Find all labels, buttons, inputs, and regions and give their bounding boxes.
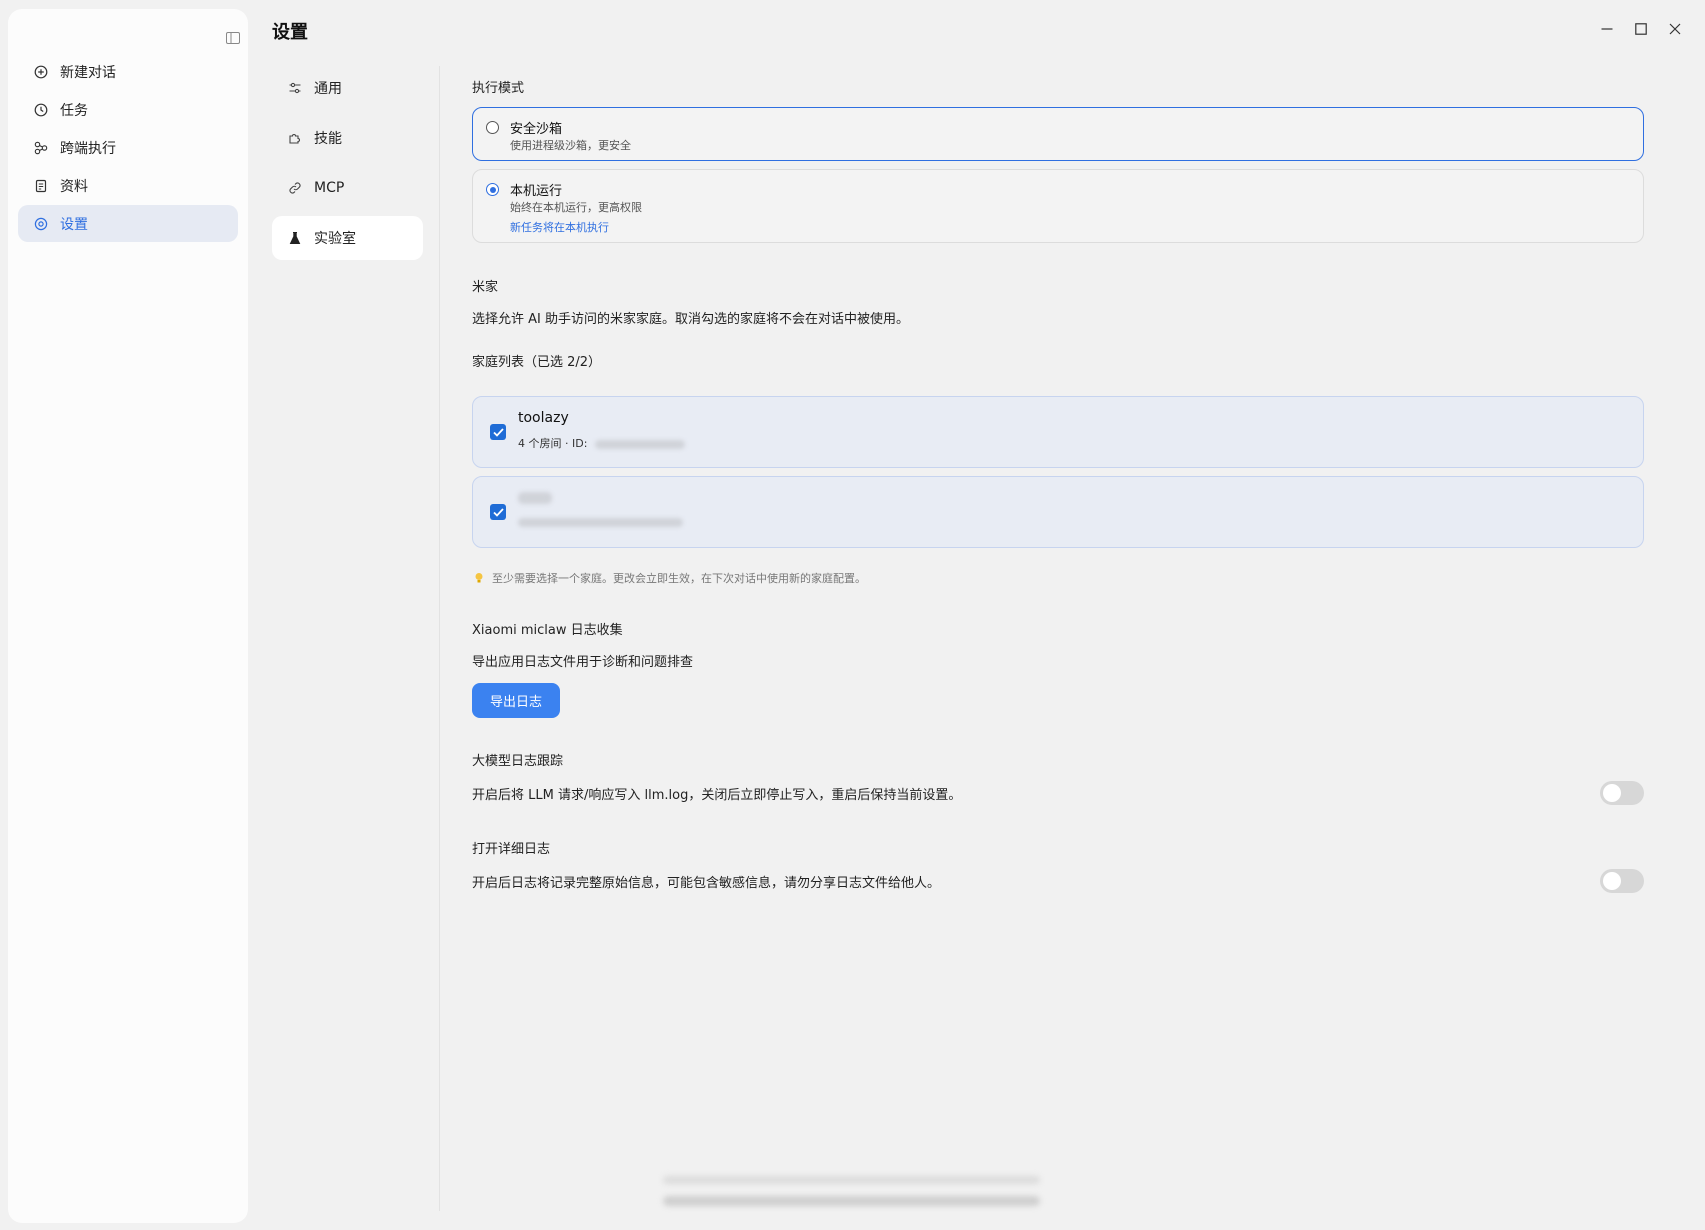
- tab-label: 实验室: [314, 231, 356, 247]
- option-note-link[interactable]: 新任务将在本机执行: [510, 219, 609, 235]
- sidebar-item-materials[interactable]: 资料: [18, 167, 238, 204]
- mijia-heading: 米家: [472, 280, 499, 295]
- link-icon: [288, 181, 302, 195]
- sidebar-item-label: 设置: [60, 216, 88, 233]
- home-checkbox[interactable]: [490, 504, 506, 520]
- lightbulb-icon: [475, 573, 483, 583]
- home-hint: 至少需要选择一个家庭。更改会立即生效，在下次对话中使用新的家庭配置。: [472, 570, 866, 586]
- puzzle-icon: [288, 131, 302, 145]
- mijia-description: 选择允许 AI 助手访问的米家家庭。取消勾选的家庭将不会在对话中被使用。: [472, 312, 909, 327]
- sidebar-nav: 新建对话 任务 跨端执行 资料 设置: [18, 53, 238, 243]
- option-subtitle: 使用进程级沙箱，更安全: [510, 139, 631, 152]
- llm-trace-description: 开启后将 LLM 请求/响应写入 llm.log，关闭后立即停止写入，重启后保持…: [472, 788, 962, 803]
- radio-option-sandbox[interactable]: 安全沙箱 使用进程级沙箱，更安全: [472, 107, 1644, 161]
- document-icon: [34, 179, 48, 193]
- redacted-name: [518, 492, 552, 504]
- gear-icon: [34, 217, 48, 231]
- minimize-icon[interactable]: [1597, 16, 1617, 42]
- plus-circle-icon: [34, 65, 48, 79]
- export-logs-button[interactable]: 导出日志: [472, 683, 560, 718]
- verbose-log-description: 开启后日志将记录完整原始信息，可能包含敏感信息，请勿分享日志文件给他人。: [472, 876, 941, 891]
- tab-label: 通用: [314, 81, 342, 97]
- home-name-redacted: [518, 490, 552, 506]
- redacted-meta: [518, 517, 683, 527]
- radio-button[interactable]: [486, 183, 499, 196]
- execution-mode-heading: 执行模式: [472, 81, 525, 96]
- sidebar-item-new-chat[interactable]: 新建对话: [18, 53, 238, 90]
- nav-divider: [439, 66, 440, 1211]
- llm-trace-toggle[interactable]: [1600, 781, 1644, 805]
- sidebar-item-tasks[interactable]: 任务: [18, 91, 238, 128]
- option-title: 安全沙箱: [510, 122, 563, 137]
- flask-icon: [288, 231, 302, 245]
- close-icon[interactable]: [1665, 16, 1685, 42]
- option-subtitle: 始终在本机运行，更高权限: [510, 201, 642, 214]
- blurred-overlay: [663, 1172, 1040, 1210]
- radio-option-local[interactable]: 本机运行 始终在本机运行，更高权限 新任务将在本机执行: [472, 169, 1644, 243]
- tab-lab[interactable]: 实验室: [272, 216, 423, 260]
- logs-description: 导出应用日志文件用于诊断和问题排查: [472, 655, 694, 670]
- sidebar-item-label: 资料: [60, 178, 88, 195]
- radio-button[interactable]: [486, 121, 499, 134]
- redacted-id: [594, 439, 685, 449]
- home-meta: 4 个房间 · ID:: [518, 435, 685, 451]
- sidebar-item-label: 新建对话: [60, 64, 116, 81]
- home-list-label: 家庭列表（已选 2/2）: [472, 355, 602, 370]
- logs-heading: Xiaomi miclaw 日志收集: [472, 623, 623, 638]
- home-name: toolazy: [518, 410, 569, 426]
- tab-mcp[interactable]: MCP: [272, 166, 423, 210]
- sidebar-item-label: 任务: [60, 102, 88, 119]
- left-sidebar: 新建对话 任务 跨端执行 资料 设置: [8, 9, 248, 1223]
- verbose-log-toggle[interactable]: [1600, 869, 1644, 893]
- home-item[interactable]: [472, 476, 1644, 548]
- llm-trace-heading: 大模型日志跟踪: [472, 754, 564, 769]
- home-meta-text: 4 个房间 · ID:: [518, 437, 588, 450]
- sidebar-item-cross-device[interactable]: 跨端执行: [18, 129, 238, 166]
- sidebar-item-settings[interactable]: 设置: [18, 205, 238, 242]
- home-checkbox[interactable]: [490, 424, 506, 440]
- maximize-icon[interactable]: [1631, 16, 1651, 42]
- window-controls: [1597, 16, 1685, 42]
- tab-general[interactable]: 通用: [272, 66, 423, 110]
- sidebar-toggle-icon[interactable]: [218, 23, 248, 53]
- sliders-icon: [288, 81, 302, 95]
- option-title: 本机运行: [510, 184, 563, 199]
- home-item[interactable]: toolazy 4 个房间 · ID:: [472, 396, 1644, 468]
- tab-label: 技能: [314, 131, 342, 147]
- hint-text: 至少需要选择一个家庭。更改会立即生效，在下次对话中使用新的家庭配置。: [492, 572, 866, 585]
- share-nodes-icon: [34, 141, 48, 155]
- verbose-log-heading: 打开详细日志: [472, 842, 551, 857]
- clock-icon: [34, 103, 48, 117]
- tab-skills[interactable]: 技能: [272, 116, 423, 160]
- page-title: 设置: [272, 22, 308, 43]
- home-meta-redacted: [518, 515, 683, 528]
- tab-label: MCP: [314, 180, 345, 196]
- settings-nav: 通用 技能 MCP 实验室: [272, 66, 423, 266]
- sidebar-item-label: 跨端执行: [60, 140, 116, 157]
